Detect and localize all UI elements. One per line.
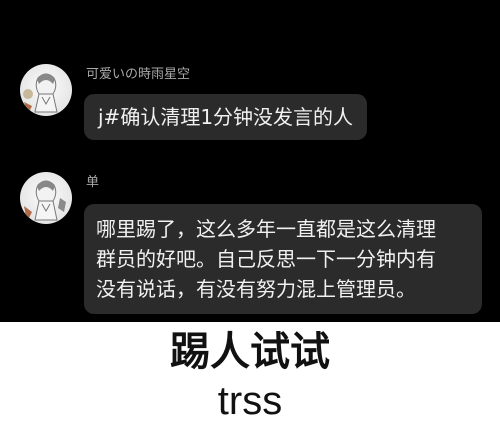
message-text: j#确认清理1分钟没发言的人 [98,105,354,129]
message-text-line: 群员的好吧。自己反思一下一分钟内有 [96,247,436,271]
chat-screenshot: 可爱いの時雨星空 j#确认清理1分钟没发言的人 单 哪里踢了，这么多年一直都是这… [0,0,500,322]
caption-subtitle: trss [217,379,283,423]
sender-name: 单 [86,175,100,190]
avatar[interactable] [20,172,72,224]
meme-caption: 踢人试试 trss [0,322,500,436]
avatar[interactable] [20,64,72,116]
caption-title: 踢人试试 [170,329,330,375]
anime-girl-avatar-icon [23,73,58,114]
sender-name: 可爱いの時雨星空 [86,67,191,82]
message-text-line: 哪里踢了，这么多年一直都是这么清理 [96,217,436,241]
message-text-line: 没有说话，有没有努力混上管理员。 [96,277,416,301]
anime-girl-avatar-icon [24,180,66,222]
message-bubble[interactable]: 哪里踢了，这么多年一直都是这么清理 群员的好吧。自己反思一下一分钟内有 没有说话… [84,204,482,314]
message-bubble[interactable]: j#确认清理1分钟没发言的人 [84,94,368,140]
